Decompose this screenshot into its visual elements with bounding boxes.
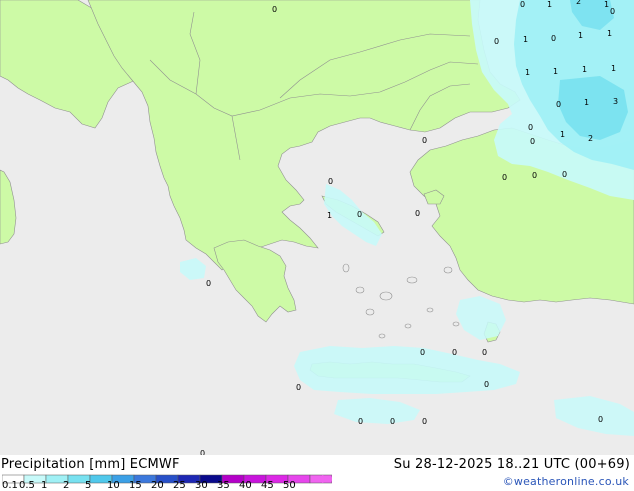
legend-tick-label: 1 <box>41 480 48 491</box>
precip-value: 0 <box>484 380 489 389</box>
map-title: Precipitation [mm] ECMWF <box>1 457 180 472</box>
precip-value: 1 <box>547 0 552 9</box>
precip-value: 0 <box>422 136 427 145</box>
precip-value: 1 <box>560 130 565 139</box>
precip-value: 0 <box>562 170 567 179</box>
legend-tick-label: 20 <box>151 480 164 491</box>
precip-value: 1 <box>584 98 589 107</box>
credit-link[interactable]: ©weatheronline.co.uk <box>503 475 629 488</box>
legend-tick-label: 0.5 <box>19 480 35 491</box>
precip-value: 0 <box>206 279 211 288</box>
legend-tick-label: 5 <box>85 480 92 491</box>
precip-value: 0 <box>296 383 301 392</box>
precip-value: 0 <box>528 123 533 132</box>
precip-value: 1 <box>607 29 612 38</box>
precip-value: 0 <box>420 348 425 357</box>
precip-value: 2 <box>576 0 581 6</box>
legend-tick-label: 10 <box>107 480 120 491</box>
precip-value: 0 <box>610 7 615 16</box>
legend-tick-label: 30 <box>195 480 208 491</box>
precip-value: 1 <box>582 65 587 74</box>
valid-time: Su 28-12-2025 18..21 UTC (00+69) <box>393 457 630 472</box>
precip-value: 0 <box>482 348 487 357</box>
legend-tick-label: 2 <box>63 480 70 491</box>
precip-value: 0 <box>520 0 525 9</box>
precip-value: 0 <box>598 415 603 424</box>
precip-value: 1 <box>523 35 528 44</box>
precip-value: 0 <box>358 417 363 426</box>
legend-tick-label: 45 <box>261 480 274 491</box>
precip-value: 1 <box>553 67 558 76</box>
precip-value: 0 <box>452 348 457 357</box>
precip-value: 1 <box>604 0 609 9</box>
map-footer: Precipitation [mm] ECMWF Su 28-12-2025 1… <box>0 455 634 491</box>
legend-tick-label: 40 <box>239 480 252 491</box>
precip-value: 0 <box>494 37 499 46</box>
precip-value: 3 <box>613 97 618 106</box>
precip-value: 0 <box>532 171 537 180</box>
legend-tick-label: 50 <box>283 480 296 491</box>
precip-value: 0 <box>328 177 333 186</box>
legend-tick-label: 35 <box>217 480 230 491</box>
legend-tick-label: 15 <box>129 480 142 491</box>
map-canvas: 0 1 2 100 1 0 1 11 1 1 131002100 0 0100 0000 0 000 0 0000… <box>0 0 634 455</box>
precip-value: 2 <box>588 134 593 143</box>
precip-value: 0 <box>422 417 427 426</box>
precip-value: 0 <box>556 100 561 109</box>
precip-value: 0 <box>415 209 420 218</box>
legend-tick-label: 0.1 <box>2 480 18 491</box>
precip-value: 0 <box>272 5 277 14</box>
precip-value: 0 <box>502 173 507 182</box>
precipitation-map: 0121001011111131002100001000000000000000… <box>0 0 634 455</box>
precip-value: 0 <box>551 34 556 43</box>
precip-value: 0 <box>530 137 535 146</box>
precip-value: 0 <box>390 417 395 426</box>
legend-tick-label: 25 <box>173 480 186 491</box>
precip-value: 1 <box>327 211 332 220</box>
precip-value: 1 <box>525 68 530 77</box>
precip-value: 0 <box>357 210 362 219</box>
precip-value: 1 <box>578 31 583 40</box>
precip-value: 1 <box>611 64 616 73</box>
